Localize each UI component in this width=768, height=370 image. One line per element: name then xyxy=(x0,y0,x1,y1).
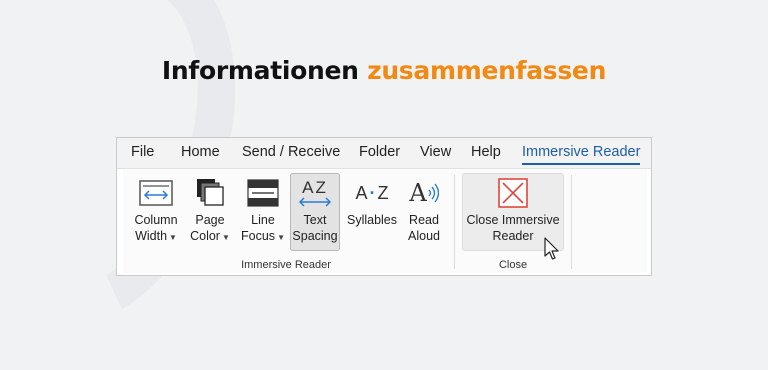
ribbon: Column Width ▼ Page Color ▼ Line Focus ▼… xyxy=(123,169,647,273)
tab-folder[interactable]: Folder xyxy=(359,144,400,160)
read-aloud-glyph: A xyxy=(409,179,427,207)
group-divider xyxy=(571,175,572,269)
close-x-icon xyxy=(463,174,563,212)
chevron-down-icon: ▼ xyxy=(221,233,230,242)
column-width-icon xyxy=(130,174,182,212)
tab-help[interactable]: Help xyxy=(471,144,501,160)
read-aloud-label-2: Aloud xyxy=(408,229,440,243)
line-focus-label-1: Line xyxy=(251,213,275,227)
text-spacing-icon: AZ xyxy=(291,174,339,212)
read-aloud-label-1: Read xyxy=(409,213,439,227)
mouse-cursor-icon xyxy=(544,237,559,260)
tab-send-receive[interactable]: Send / Receive xyxy=(242,144,340,160)
page-headline: Informationen zusammenfassen xyxy=(0,56,768,85)
group-label-immersive-reader: Immersive Reader xyxy=(241,259,331,271)
column-width-label-1: Column xyxy=(134,213,178,227)
tab-home[interactable]: Home xyxy=(181,144,220,160)
tab-file[interactable]: File xyxy=(131,144,154,160)
column-width-label-2: Width xyxy=(135,229,168,243)
syllables-icon: A · Z xyxy=(345,174,399,212)
read-aloud-button[interactable]: A Read Aloud xyxy=(403,173,445,245)
tab-view[interactable]: View xyxy=(420,144,451,160)
syllables-label: Syllables xyxy=(346,213,398,227)
close-label-1: Close Immersive xyxy=(466,213,560,227)
read-aloud-icon: A xyxy=(404,174,444,212)
headline-part2: zusammenfassen xyxy=(367,56,607,85)
text-spacing-button[interactable]: AZ Text Spacing xyxy=(290,173,340,251)
text-spacing-label-2: Spacing xyxy=(292,229,338,243)
tab-immersive-reader[interactable]: Immersive Reader xyxy=(522,144,641,165)
outlook-window: File Home Send / Receive Folder View Hel… xyxy=(116,137,652,276)
chevron-down-icon: ▼ xyxy=(277,233,285,242)
syllables-glyph-a: A xyxy=(355,182,368,203)
line-focus-button[interactable]: Line Focus ▼ xyxy=(238,173,288,247)
syllables-glyph-dot: · xyxy=(369,182,376,203)
headline-part1: Informationen xyxy=(161,56,359,85)
line-focus-label-2: Focus xyxy=(241,229,276,243)
text-spacing-glyph: AZ xyxy=(302,178,328,197)
text-spacing-label-1: Text xyxy=(303,213,327,227)
group-divider xyxy=(454,175,455,269)
page-color-button[interactable]: Page Color ▼ xyxy=(186,173,234,247)
page-color-label-1: Page xyxy=(195,213,225,227)
menu-bar: File Home Send / Receive Folder View Hel… xyxy=(117,138,651,169)
syllables-glyph-z: Z xyxy=(377,182,389,203)
chevron-down-icon: ▼ xyxy=(169,233,177,242)
page-color-label-2: Color xyxy=(190,229,220,243)
line-focus-icon xyxy=(239,174,287,212)
column-width-button[interactable]: Column Width ▼ xyxy=(129,173,183,247)
page-color-icon xyxy=(187,174,233,212)
syllables-button[interactable]: A · Z Syllables xyxy=(344,173,400,229)
